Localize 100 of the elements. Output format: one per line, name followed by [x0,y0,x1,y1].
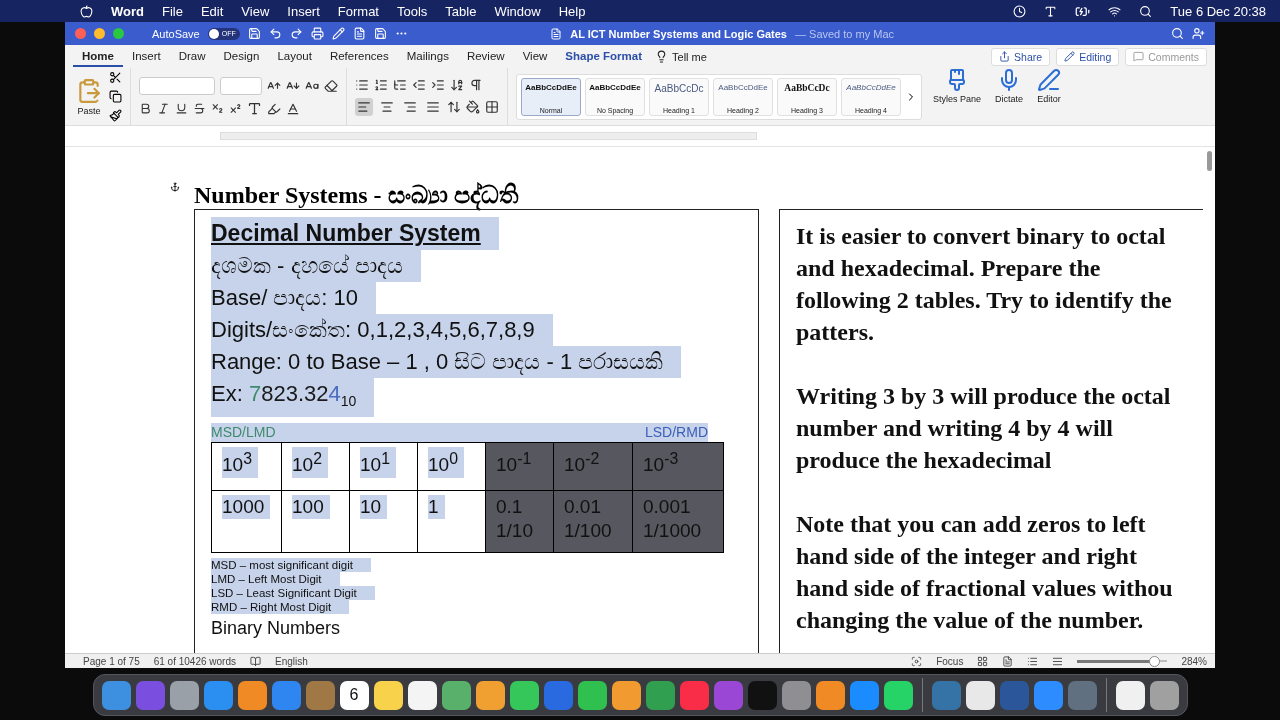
focus-icon[interactable] [911,655,923,667]
word-count[interactable]: 61 of 10426 words [153,655,236,667]
text-box[interactable] [194,209,759,653]
ribbon-tab[interactable]: Draw [169,46,215,67]
underline-icon[interactable] [175,102,188,115]
focus-label[interactable]: Focus [936,655,964,667]
strikethrough-icon[interactable] [193,102,206,115]
ribbon-tab[interactable]: Home [73,46,123,67]
app-icon[interactable]: 6 [339,680,369,710]
clear-format-icon[interactable] [324,79,338,93]
editor-button[interactable]: Editor [1034,68,1065,125]
align-button[interactable] [355,97,373,116]
scissors-icon[interactable] [109,71,122,84]
ribbon-tab[interactable]: Layout [268,46,321,67]
shading-icon[interactable] [466,99,480,114]
bold-icon[interactable] [139,102,152,115]
draft-icon[interactable] [1052,655,1064,667]
font-size-field[interactable] [220,77,262,95]
scrollbar-thumb[interactable] [1206,151,1212,171]
language-label[interactable]: English [275,655,308,667]
numbering-icon[interactable] [374,77,388,92]
save-as-icon[interactable] [373,27,387,40]
ribbon-tab[interactable]: Review [457,46,514,67]
menu-item[interactable]: View [241,3,270,19]
app-icon[interactable] [611,680,641,710]
borders-icon[interactable] [485,99,499,114]
search-icon[interactable] [1171,27,1184,40]
app-icon[interactable] [1149,680,1179,710]
menu-item[interactable]: Format [337,3,379,19]
zoom-button[interactable] [113,28,124,39]
bullets-icon[interactable] [355,77,369,92]
font-name-field[interactable] [139,77,215,95]
app-icon[interactable] [441,680,471,710]
app-icon[interactable] [407,680,437,710]
ribbon-tab[interactable]: Shape Format [556,46,652,67]
app-icon[interactable] [237,680,267,710]
app-icon[interactable] [509,680,539,710]
ribbon-tab[interactable]: References [320,46,398,67]
web-layout-icon[interactable] [1002,655,1014,667]
menu-item[interactable]: Tools [397,3,428,19]
ribbon-tab[interactable]: View [513,46,557,67]
input-source-icon[interactable] [1044,4,1058,18]
increase-indent-icon[interactable] [431,77,445,92]
minimize-button[interactable] [94,28,105,39]
menu-item[interactable]: Window [494,3,541,19]
outline-icon[interactable] [1027,655,1039,667]
highlighter-icon[interactable] [267,101,281,116]
app-icon[interactable] [883,680,913,710]
styles-button[interactable]: Styles Pane [930,68,985,125]
search-icon[interactable] [1139,4,1153,18]
line-spacing-icon[interactable] [447,99,461,114]
paragraph-line: number and writing 4 by 4 will [796,414,1114,443]
undo-icon[interactable] [268,27,282,40]
wifi-icon[interactable] [1108,4,1122,18]
zoom-thumb[interactable] [1148,655,1160,667]
person-add-icon[interactable] [1192,27,1205,40]
pencil-icon[interactable] [331,27,345,40]
print-layout-icon[interactable] [977,655,989,667]
apple-icon[interactable] [80,4,93,18]
menu-item[interactable]: Table [445,3,477,19]
printer-icon[interactable] [310,27,324,40]
ribbon-tab[interactable]: Insert [122,46,170,67]
app-icon[interactable] [1115,680,1145,710]
share-button[interactable]: Share [991,47,1051,66]
proofing-icon[interactable] [250,655,261,667]
paste-button[interactable]: Paste [73,77,105,116]
menu-clock[interactable]: Tue 6 Dec 20:38 [1170,3,1266,19]
menu-item[interactable]: File [162,3,183,19]
ribbon-tab[interactable]: Mailings [397,46,458,67]
editing-button[interactable]: Editing [1056,47,1120,66]
tell-me-label[interactable]: Tell me [672,50,707,63]
paintbrush-icon[interactable] [109,109,122,122]
menu-item[interactable]: Insert [287,3,320,19]
clock-icon[interactable] [1013,4,1027,18]
font-color-icon[interactable] [286,101,300,116]
app-icon[interactable] [577,680,607,710]
app-icon[interactable] [169,680,199,710]
zoom-percent[interactable]: 284% [1181,655,1207,667]
subscript-icon[interactable] [211,102,224,115]
italic-icon[interactable] [157,102,170,115]
redo-icon[interactable] [289,27,303,40]
page-count[interactable]: Page 1 of 75 [83,655,140,667]
menu-item[interactable]: Help [558,3,586,19]
dictate-button[interactable]: Dictate [992,68,1027,125]
text-effects-icon[interactable] [247,101,262,116]
app-icon[interactable] [373,680,403,710]
app-icon[interactable] [815,680,845,710]
copy-icon[interactable] [109,90,122,103]
app-icon[interactable] [965,680,995,710]
sort-icon[interactable] [450,77,464,92]
multilevel-list-icon[interactable] [393,77,407,92]
document-icon[interactable] [352,27,366,40]
save-icon[interactable] [247,27,261,40]
ribbon-tab[interactable]: Design [214,46,269,67]
superscript-icon[interactable] [229,102,242,115]
menu-item[interactable]: Edit [200,3,224,19]
pilcrow-icon[interactable] [469,77,483,92]
menu-app-name[interactable]: Word [111,3,144,19]
decrease-indent-icon[interactable] [412,77,426,92]
app-icon[interactable] [475,680,505,710]
